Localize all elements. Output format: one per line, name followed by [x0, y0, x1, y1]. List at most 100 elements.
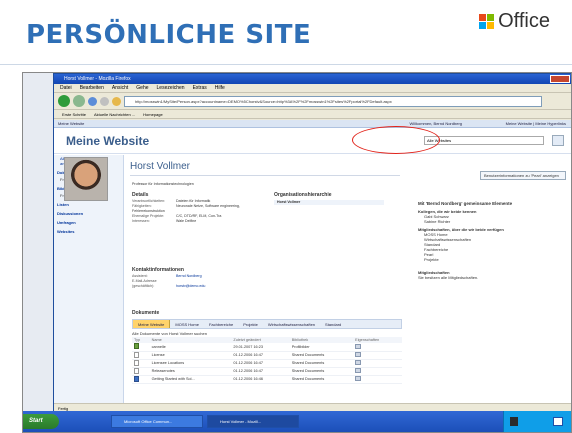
modified-cell: 01.12.2006 16:46 — [231, 375, 290, 384]
properties-icon[interactable] — [355, 352, 362, 357]
background-window — [23, 73, 55, 432]
type-cell — [132, 375, 150, 384]
user-info-button[interactable]: Benutzerinformationen zu 'Pearl' anzeige… — [480, 171, 566, 180]
properties-icon[interactable] — [355, 368, 362, 373]
menu-bookmarks[interactable]: Lesezeichen — [157, 84, 185, 92]
profile-content: Horst Vollmer Benutzerinformationen zu '… — [64, 155, 571, 403]
details-header: Details — [132, 192, 149, 198]
library-cell[interactable]: Shared Documents — [289, 367, 354, 376]
tab-projects[interactable]: Projekte — [238, 320, 263, 328]
type-cell — [132, 359, 150, 368]
common-elements-panel: Mit 'Bernd Nordberg' gemeinsame Elemente… — [418, 201, 568, 280]
detail-value: C/C, DTD/RF, ELM, Con-Tra — [176, 214, 222, 218]
membership-item[interactable]: Projekte — [418, 257, 568, 262]
org-person[interactable]: Horst Vollmer — [274, 200, 384, 205]
menu-view[interactable]: Ansicht — [112, 84, 128, 92]
modified-cell: 01.12.2006 16:47 — [231, 351, 290, 360]
nav-header-sites[interactable]: Websites — [54, 226, 123, 235]
forward-icon[interactable] — [73, 95, 85, 107]
bookmark-link[interactable]: Homepage — [143, 110, 163, 118]
tray-network-icon[interactable] — [553, 417, 563, 426]
library-cell[interactable]: Shared Documents — [289, 375, 354, 384]
nav-header-discussions[interactable]: Diskussionen — [54, 208, 123, 217]
properties-cell — [353, 351, 402, 360]
documents-filter-link[interactable]: Alle Dokumente von Horst Vollmer suchen — [132, 331, 207, 336]
properties-icon[interactable] — [355, 360, 362, 365]
sp-breadcrumb[interactable]: Meine Website — [58, 121, 84, 126]
table-row[interactable]: Licensee Locations 01.12.2006 16:47 Shar… — [132, 359, 402, 368]
name-cell[interactable]: Licensee Locations — [149, 359, 232, 368]
sp-top-links[interactable]: Meine Website | Meine Hyperlinks — [506, 120, 566, 128]
contact-value[interactable]: horstv@demo.edu — [176, 284, 205, 288]
contact-list: Assistent: Bernd Nordberg E-Mail-Adresse … — [132, 274, 292, 289]
contact-row: E-Mail-Adresse (geschäftlich): horstv@dem… — [132, 279, 292, 289]
start-button[interactable]: Start — [23, 414, 59, 429]
home-icon[interactable] — [112, 96, 121, 106]
table-row[interactable]: Getting Started with Sol... 01.12.2006 1… — [132, 375, 402, 384]
documents-header: Dokumente — [132, 310, 160, 316]
contact-value[interactable]: Bernd Nordberg — [176, 274, 202, 278]
job-title: Professor für Informationstechnologien — [132, 182, 194, 186]
back-icon[interactable] — [58, 95, 70, 107]
table-row[interactable]: Releasenotes 01.12.2006 16:47 Shared Doc… — [132, 367, 402, 376]
modified-cell: 01.12.2006 16:47 — [231, 359, 290, 368]
menu-file[interactable]: Datei — [60, 84, 72, 92]
browser-menubar: Datei Bearbeiten Ansicht Gehe Lesezeiche… — [54, 84, 571, 93]
image-file-icon — [134, 343, 139, 350]
tab-moss-home[interactable]: MOSS Home — [170, 320, 204, 328]
slide: PERSÖNLICHE SITE Office Horst Vollmer - … — [0, 0, 572, 433]
stop-icon[interactable] — [100, 96, 109, 106]
tab-economics[interactable]: Wirtschaftswissenschaften — [263, 320, 320, 328]
documents-table: Typ Name Zuletzt geändert Bibliothek Eig… — [132, 337, 402, 384]
tab-standard[interactable]: Standard — [320, 320, 346, 328]
name-cell[interactable]: License — [149, 351, 232, 360]
reload-icon[interactable] — [88, 96, 97, 106]
tab-departments[interactable]: Fachbereiche — [204, 320, 238, 328]
details-list: Verantwortlichkeiten: Dateien für Informa… — [132, 199, 272, 224]
detail-row: Fähigkeiten: Neuronale Netze, Software en… — [132, 204, 272, 214]
detail-value: Dateien für Informatik — [176, 199, 211, 203]
menu-help[interactable]: Hilfe — [215, 84, 225, 92]
properties-icon[interactable] — [355, 376, 362, 381]
window-controls[interactable] — [550, 75, 570, 83]
table-row[interactable]: License 01.12.2006 16:47 Shared Document… — [132, 351, 402, 360]
library-cell[interactable]: Profilbilder — [289, 343, 354, 352]
org-header: Organisationshierarchie — [274, 192, 332, 198]
properties-icon[interactable] — [355, 343, 362, 349]
menu-tools[interactable]: Extras — [193, 84, 207, 92]
common-header: Mit 'Bernd Nordberg' gemeinsame Elemente — [418, 201, 513, 206]
sp-global-bar: Meine Website Willkommen, Bernd Nordberg… — [54, 120, 571, 128]
colleague-item[interactable]: Sabine Richter — [418, 219, 568, 224]
tab-my-site[interactable]: Meine Website — [133, 320, 171, 328]
sharepoint-page: Meine Website Willkommen, Bernd Nordberg… — [54, 120, 571, 403]
table-row[interactable]: cannelle 29.01.2007 16:23 Profilbilder — [132, 343, 402, 352]
name-cell[interactable]: Getting Started with Sol... — [149, 375, 232, 384]
browser-titlebar: Horst Vollmer - Mozilla Firefox — [54, 74, 571, 84]
name-cell[interactable]: cannelle — [149, 343, 232, 352]
bookmark-link[interactable]: Aktuelle Nachrichten ... — [94, 110, 135, 118]
bookmark-link[interactable]: Erste Schritte — [62, 110, 86, 118]
sp-header: Meine Website Alle Websites — [54, 128, 571, 154]
windows-taskbar: Start Microsoft Office Commun... Horst V… — [23, 411, 571, 432]
menu-edit[interactable]: Bearbeiten — [80, 84, 104, 92]
menu-go[interactable]: Gehe — [136, 84, 148, 92]
site-title[interactable]: Meine Website — [66, 134, 149, 148]
library-cell[interactable]: Shared Documents — [289, 351, 354, 360]
name-cell[interactable]: Releasenotes — [149, 367, 232, 376]
system-tray — [503, 411, 571, 432]
browser-window: Horst Vollmer - Mozilla Firefox Datei Be… — [53, 73, 571, 413]
address-bar[interactable]: http://mosswin1/MySite/Person.aspx?accou… — [124, 95, 542, 107]
documents-tabs: Meine Website MOSS Home Fachbereiche Pro… — [132, 319, 402, 329]
detail-row: Interessen: Wale Delfine — [132, 219, 272, 224]
library-cell[interactable]: Shared Documents — [289, 359, 354, 368]
type-cell — [132, 367, 150, 376]
profile-photo — [64, 157, 108, 201]
search-icon[interactable] — [552, 135, 564, 146]
taskbar-item[interactable]: Microsoft Office Commun... — [111, 415, 203, 428]
taskbar-item[interactable]: Horst Vollmer - Mozill... — [207, 415, 299, 428]
nav-header-surveys[interactable]: Umfragen — [54, 217, 123, 226]
search-scope-select[interactable]: Alle Websites — [424, 136, 544, 145]
office-logo: Office — [479, 10, 550, 33]
tray-app-icon[interactable] — [510, 417, 518, 426]
document-icon — [134, 367, 139, 374]
